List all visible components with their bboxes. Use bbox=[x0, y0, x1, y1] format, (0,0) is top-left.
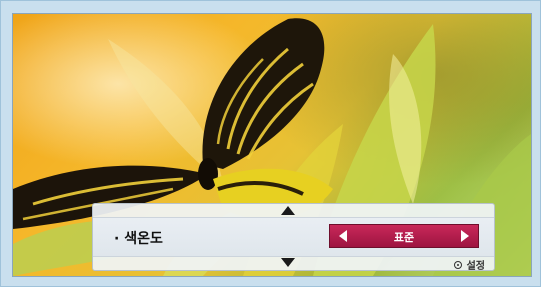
tv-frame: · 색온도 표준 설정 bbox=[0, 0, 541, 287]
color-temperature-selector[interactable]: 표준 bbox=[329, 224, 479, 248]
triangle-up-icon[interactable] bbox=[281, 206, 295, 215]
ok-hint: 설정 bbox=[453, 257, 485, 272]
selector-value: 표준 bbox=[393, 231, 415, 244]
ok-button-icon bbox=[453, 260, 462, 269]
color-temperature-label: · 색온도 bbox=[114, 231, 163, 247]
triangle-down-icon[interactable] bbox=[281, 258, 295, 267]
ok-hint-label: 설정 bbox=[466, 261, 485, 272]
triangle-right-icon[interactable] bbox=[461, 230, 469, 242]
preview-screen: · 색온도 표준 설정 bbox=[12, 13, 532, 277]
osd-menu: · 색온도 표준 설정 bbox=[92, 203, 495, 272]
